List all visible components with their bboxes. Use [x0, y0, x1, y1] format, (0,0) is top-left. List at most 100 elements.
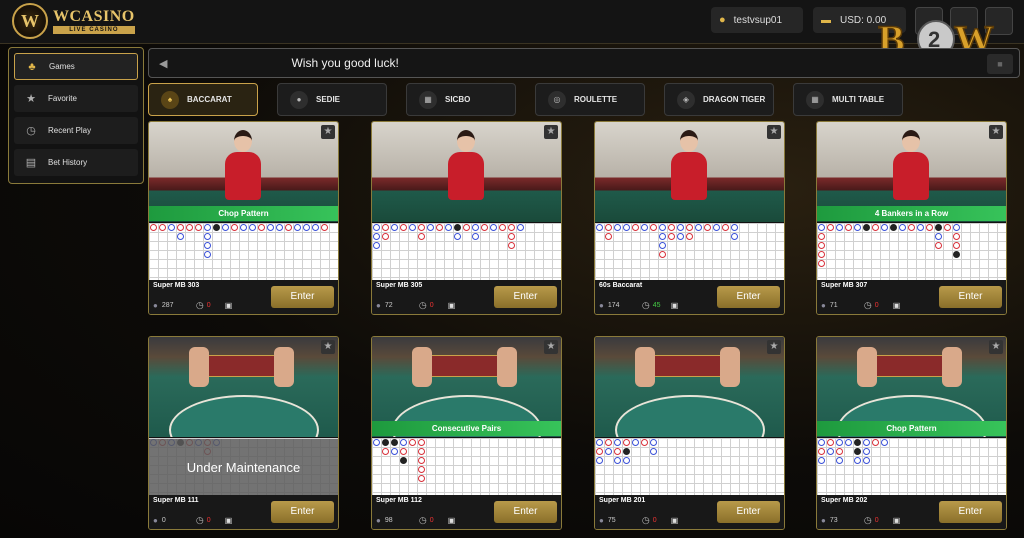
- sidebar-item-label: Favorite: [48, 94, 77, 103]
- banker-marker: [204, 224, 211, 231]
- sidebar-item-favorite[interactable]: ★ Favorite: [14, 85, 138, 112]
- table-info: Super MB 305 ● 72 ◷ 0 ▣ Enter: [372, 280, 561, 314]
- logo[interactable]: W WCASINO LIVE CASINO: [12, 3, 135, 39]
- banker-marker: [935, 233, 942, 240]
- tie-marker: [382, 439, 389, 446]
- enter-button[interactable]: Enter: [939, 286, 1002, 308]
- player-marker: [596, 448, 603, 455]
- table-card[interactable]: Chop Pattern ★ Super MB 202 ● 73 ◷ 0 ▣ E…: [816, 336, 1007, 530]
- player-marker: [944, 224, 951, 231]
- tie-marker: [890, 224, 897, 231]
- user-box[interactable]: ● testvsup01: [711, 7, 803, 33]
- sidebar-item-bet-history[interactable]: ▤ Bet History: [14, 149, 138, 176]
- favorite-star-icon[interactable]: ★: [321, 125, 335, 139]
- live-video[interactable]: Chop Pattern: [149, 122, 338, 222]
- top-bar: W WCASINO LIVE CASINO ● testvsup01 ▬ USD…: [0, 0, 1024, 44]
- banker-marker: [659, 242, 666, 249]
- dealer-figure: [221, 130, 265, 200]
- live-video[interactable]: [149, 337, 338, 437]
- logo-mark: W: [12, 3, 48, 39]
- player-marker: [686, 224, 693, 231]
- live-video[interactable]: [372, 122, 561, 222]
- table-card[interactable]: 4 Bankers in a Row ★ Super MB 307 ● 71 ◷…: [816, 121, 1007, 315]
- player-marker: [418, 457, 425, 464]
- tie-marker: [400, 457, 407, 464]
- favorite-star-icon[interactable]: ★: [989, 340, 1003, 354]
- table-card[interactable]: ★ Super MB 201 ● 75 ◷ 0 ▣ Enter: [594, 336, 785, 530]
- sidebar-item-games[interactable]: ♣ Games: [14, 53, 138, 80]
- table-card[interactable]: Chop Pattern ★ Super MB 303 ● 287 ◷ 0 ▣ …: [148, 121, 339, 315]
- live-video[interactable]: Chop Pattern: [817, 337, 1006, 437]
- trend-banner: Chop Pattern: [149, 206, 338, 221]
- tie-marker: [863, 224, 870, 231]
- favorite-star-icon[interactable]: ★: [989, 125, 1003, 139]
- table-card[interactable]: Consecutive Pairs ★ Super MB 112 ● 98 ◷ …: [371, 336, 562, 530]
- mute-icon[interactable]: ■: [987, 54, 1013, 74]
- tie-marker: [854, 439, 861, 446]
- banker-marker: [845, 439, 852, 446]
- banker-marker: [677, 224, 684, 231]
- favorite-star-icon[interactable]: ★: [544, 125, 558, 139]
- player-marker: [258, 224, 265, 231]
- dealer-hand: [942, 347, 962, 387]
- user-icon: ●: [153, 301, 158, 310]
- tab-baccarat[interactable]: ♠ BACCARAT: [148, 83, 258, 116]
- banker-marker: [695, 224, 702, 231]
- enter-button[interactable]: Enter: [939, 501, 1002, 523]
- roulette-icon: ◎: [548, 90, 566, 109]
- cards-icon: ▣: [670, 301, 679, 310]
- dealer-hand: [635, 347, 655, 387]
- enter-button[interactable]: Enter: [717, 286, 780, 308]
- tab-multi-table[interactable]: ▦ MULTI TABLE: [793, 83, 903, 116]
- enter-button[interactable]: Enter: [494, 286, 557, 308]
- table-card[interactable]: ★ Super MB 305 ● 72 ◷ 0 ▣ Enter: [371, 121, 562, 315]
- player-marker: [418, 439, 425, 446]
- live-video[interactable]: 4 Bankers in a Row: [817, 122, 1006, 222]
- favorite-star-icon[interactable]: ★: [767, 125, 781, 139]
- banker-marker: [373, 224, 380, 231]
- cards-icon: ▣: [224, 516, 233, 525]
- table-card[interactable]: ★ 60s Baccarat ● 174 ◷ 45 ▣ Enter: [594, 121, 785, 315]
- sidebar-item-recent-play[interactable]: ◷ Recent Play: [14, 117, 138, 144]
- tie-marker: [935, 224, 942, 231]
- player-marker: [704, 224, 711, 231]
- live-video[interactable]: [595, 337, 784, 437]
- live-video[interactable]: [595, 122, 784, 222]
- table-name: Super MB 201: [599, 497, 646, 504]
- player-marker: [605, 439, 612, 446]
- countdown: 0: [429, 517, 434, 524]
- banker-marker: [731, 233, 738, 240]
- tie-marker: [953, 251, 960, 258]
- tab-sicbo[interactable]: ▦ SICBO: [406, 83, 516, 116]
- tab-dragon-tiger[interactable]: ◈ DRAGON TIGER: [664, 83, 774, 116]
- banker-marker: [917, 224, 924, 231]
- player-marker: [159, 224, 166, 231]
- player-count: 75: [607, 517, 616, 524]
- table-card[interactable]: ★ Under Maintenance Super MB 111 ● 0 ◷ 0…: [148, 336, 339, 530]
- enter-button[interactable]: Enter: [271, 501, 334, 523]
- logo-title: WCASINO: [53, 7, 135, 25]
- live-video[interactable]: Consecutive Pairs: [372, 337, 561, 437]
- tab-roulette[interactable]: ◎ ROULETTE: [535, 83, 645, 116]
- enter-button[interactable]: Enter: [271, 286, 334, 308]
- banker-marker: [472, 233, 479, 240]
- banker-marker: [854, 457, 861, 464]
- tab-sedie[interactable]: ● SEDIE: [277, 83, 387, 116]
- enter-button[interactable]: Enter: [494, 501, 557, 523]
- banker-marker: [400, 439, 407, 446]
- table-info: Super MB 307 ● 71 ◷ 0 ▣ Enter: [817, 280, 1006, 314]
- enter-button[interactable]: Enter: [717, 501, 780, 523]
- banker-marker: [373, 233, 380, 240]
- user-icon: ●: [821, 516, 826, 525]
- player-marker: [499, 224, 506, 231]
- favorite-star-icon[interactable]: ★: [321, 340, 335, 354]
- banker-marker: [605, 448, 612, 455]
- banker-marker: [818, 457, 825, 464]
- banker-marker: [276, 224, 283, 231]
- table-name: Super MB 111: [153, 497, 199, 504]
- player-count: 174: [607, 302, 620, 309]
- favorite-star-icon[interactable]: ★: [767, 340, 781, 354]
- banker-marker: [836, 457, 843, 464]
- favorite-star-icon[interactable]: ★: [544, 340, 558, 354]
- bead-road: [595, 223, 784, 280]
